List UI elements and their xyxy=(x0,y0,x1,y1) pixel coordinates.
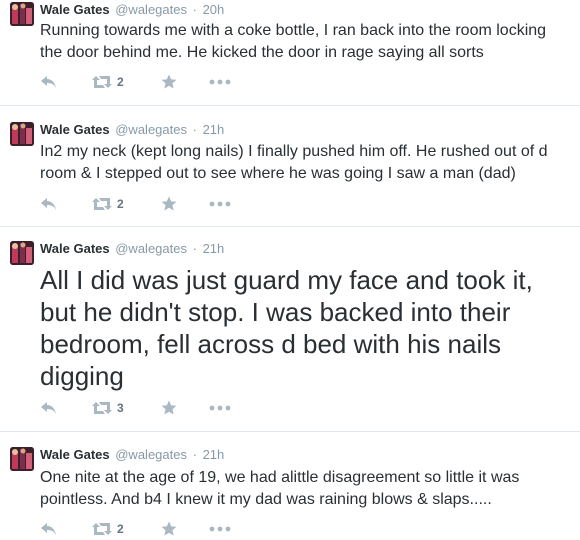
separator: · xyxy=(192,241,197,256)
more-icon xyxy=(209,526,231,532)
reply-icon xyxy=(41,402,56,414)
separator: · xyxy=(192,2,197,17)
tweet-time[interactable]: 20h xyxy=(203,2,225,17)
tweet-text: Running towards me with a coke bottle, I… xyxy=(40,22,547,61)
reply-button[interactable] xyxy=(40,398,58,418)
retweet-icon xyxy=(92,76,112,88)
more-icon xyxy=(209,405,231,411)
tweet-actions: 3 xyxy=(40,398,280,418)
avatar[interactable] xyxy=(10,447,34,471)
tweet-text: All I did was just guard my face and too… xyxy=(40,265,533,391)
tweet[interactable]: Wale Gates @walegates · 21h All I did wa… xyxy=(0,227,580,432)
tweet-time[interactable]: 21h xyxy=(203,122,225,137)
user-fullname[interactable]: Wale Gates xyxy=(40,447,110,462)
retweet-button[interactable]: 3 xyxy=(92,398,124,418)
more-icon xyxy=(209,201,231,207)
favorite-icon xyxy=(161,521,177,536)
reply-button[interactable] xyxy=(40,519,58,539)
retweet-count: 3 xyxy=(117,401,124,415)
user-fullname[interactable]: Wale Gates xyxy=(40,122,110,137)
user-fullname[interactable]: Wale Gates xyxy=(40,2,110,17)
retweet-button[interactable]: 2 xyxy=(92,194,124,214)
tweet-actions: 2 xyxy=(40,519,280,539)
tweet-header: Wale Gates @walegates · 21h xyxy=(40,447,224,463)
more-button[interactable] xyxy=(209,519,231,539)
avatar[interactable] xyxy=(10,2,34,26)
more-icon xyxy=(209,79,231,85)
favorite-icon xyxy=(161,400,177,415)
separator: · xyxy=(192,447,197,462)
tweet-text: In2 my neck (kept long nails) I finally … xyxy=(40,143,548,182)
separator: · xyxy=(192,122,197,137)
retweet-button[interactable]: 2 xyxy=(92,519,124,539)
retweet-icon xyxy=(92,523,112,535)
more-button[interactable] xyxy=(209,194,231,214)
tweet-timeline: Wale Gates @walegates · 20h Running towa… xyxy=(0,0,580,540)
tweet[interactable]: Wale Gates @walegates · 21h One nite at … xyxy=(0,432,580,540)
user-handle[interactable]: @walegates xyxy=(115,447,187,462)
user-handle[interactable]: @walegates xyxy=(115,241,187,256)
retweet-icon xyxy=(92,198,112,210)
retweet-count: 2 xyxy=(117,522,124,536)
reply-icon xyxy=(41,523,56,535)
favorite-button[interactable] xyxy=(161,398,177,418)
avatar[interactable] xyxy=(10,122,34,146)
more-button[interactable] xyxy=(209,72,231,92)
tweet[interactable]: Wale Gates @walegates · 21h In2 my neck … xyxy=(0,106,580,227)
tweet-time[interactable]: 21h xyxy=(203,447,225,462)
tweet-header: Wale Gates @walegates · 20h xyxy=(40,2,224,18)
retweet-icon xyxy=(92,402,112,414)
retweet-button[interactable]: 2 xyxy=(92,72,124,92)
tweet-text: One nite at the age of 19, we had alittl… xyxy=(40,469,520,508)
favorite-icon xyxy=(161,196,177,211)
tweet-header: Wale Gates @walegates · 21h xyxy=(40,241,224,257)
tweet-header: Wale Gates @walegates · 21h xyxy=(40,122,224,138)
user-handle[interactable]: @walegates xyxy=(115,2,187,17)
reply-button[interactable] xyxy=(40,194,58,214)
user-handle[interactable]: @walegates xyxy=(115,122,187,137)
reply-button[interactable] xyxy=(40,72,58,92)
retweet-count: 2 xyxy=(117,75,124,89)
favorite-button[interactable] xyxy=(161,519,177,539)
favorite-button[interactable] xyxy=(161,72,177,92)
tweet[interactable]: Wale Gates @walegates · 20h Running towa… xyxy=(0,0,580,106)
reply-icon xyxy=(41,76,56,88)
tweet-actions: 2 xyxy=(40,72,280,92)
more-button[interactable] xyxy=(209,398,231,418)
retweet-count: 2 xyxy=(117,197,124,211)
favorite-button[interactable] xyxy=(161,194,177,214)
tweet-time[interactable]: 21h xyxy=(203,241,225,256)
tweet-actions: 2 xyxy=(40,194,280,214)
user-fullname[interactable]: Wale Gates xyxy=(40,241,110,256)
reply-icon xyxy=(41,198,56,210)
favorite-icon xyxy=(161,74,177,89)
avatar[interactable] xyxy=(10,241,34,265)
